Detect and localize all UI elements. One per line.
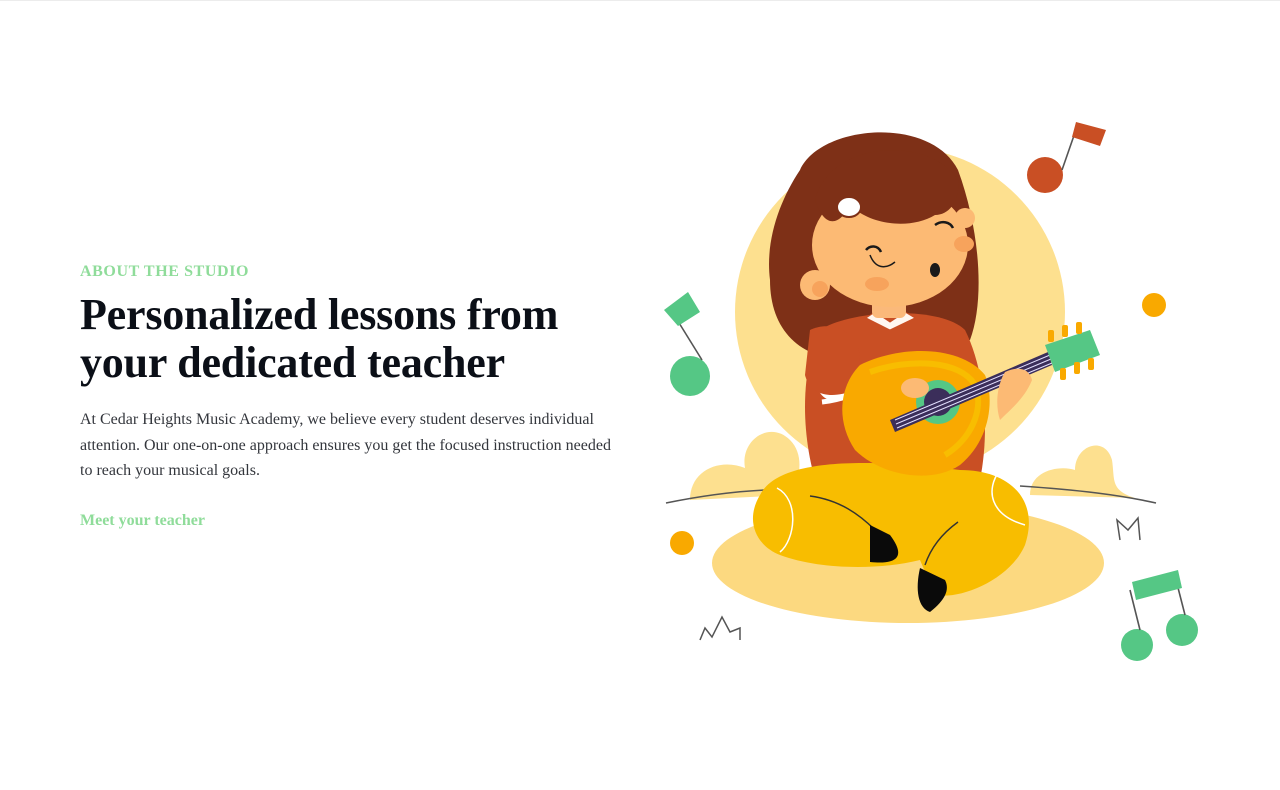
- tuning-peg: [1048, 330, 1054, 342]
- tuning-peg: [1088, 358, 1094, 370]
- flag-note-icon: [664, 292, 710, 396]
- double-note-icon: [1121, 570, 1198, 661]
- about-description: At Cedar Heights Music Academy, we belie…: [80, 411, 611, 479]
- ear-inner: [812, 281, 828, 297]
- scribble-decoration: [699, 615, 741, 641]
- tuning-peg: [1062, 325, 1068, 337]
- section-eyebrow: ABOUT THE STUDIO: [80, 263, 250, 280]
- mouth: [930, 263, 940, 277]
- top-divider: [0, 0, 1280, 1]
- cheek-left: [865, 277, 889, 291]
- right-bush: [1030, 445, 1135, 498]
- meet-teacher-link[interactable]: Meet your teacher: [80, 512, 205, 530]
- music-note-icon: [1027, 122, 1106, 193]
- page-title: Personalized lessons from your dedicated…: [80, 290, 559, 387]
- cheek-right: [954, 236, 974, 252]
- about-section: ABOUT THE STUDIO Personalized lessons fr…: [80, 262, 625, 530]
- tuning-peg: [1074, 362, 1080, 374]
- scribble-decoration: [1115, 516, 1141, 541]
- ear-right: [955, 208, 975, 228]
- hand-strumming: [901, 378, 929, 398]
- hair-clip: [836, 196, 862, 218]
- dot-decoration: [670, 531, 694, 555]
- tuning-peg: [1060, 368, 1066, 380]
- tuning-peg: [1076, 322, 1082, 334]
- dot-decoration: [1142, 293, 1166, 317]
- girl-playing-ukulele-illustration: [664, 122, 1198, 661]
- hero-illustration: [650, 100, 1220, 680]
